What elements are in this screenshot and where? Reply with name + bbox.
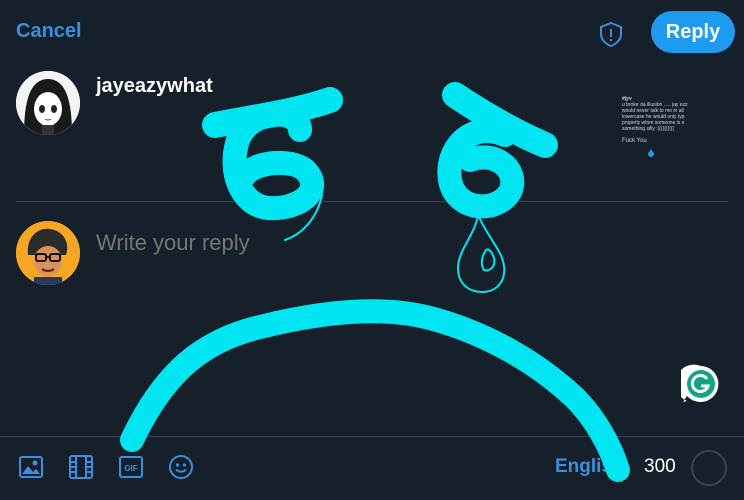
svg-text:GIF: GIF xyxy=(124,464,137,473)
language-selector[interactable]: English xyxy=(555,456,624,478)
thumb-line: Fuck You xyxy=(622,138,647,144)
divider xyxy=(16,201,728,202)
reply-input[interactable] xyxy=(96,230,596,256)
cancel-button[interactable]: Cancel xyxy=(16,20,82,43)
reply-button[interactable]: Reply xyxy=(651,11,735,53)
teardrop-icon xyxy=(648,148,654,157)
film-icon[interactable] xyxy=(68,454,94,480)
character-progress-ring xyxy=(691,450,727,486)
cartoon-avatar-image xyxy=(16,221,80,285)
original-poster-avatar[interactable] xyxy=(16,71,80,135)
right-eyebrow-stroke xyxy=(442,82,558,158)
left-eye-stroke xyxy=(222,102,324,221)
image-icon[interactable] xyxy=(18,454,44,480)
emoji-icon[interactable] xyxy=(168,454,194,480)
divider xyxy=(0,436,744,437)
shield-icon[interactable] xyxy=(597,20,625,48)
frown-stroke xyxy=(120,299,630,482)
anime-avatar-image xyxy=(16,71,80,135)
left-eyebrow-stroke xyxy=(202,87,343,138)
gif-icon[interactable]: GIF xyxy=(118,454,144,480)
grammarly-icon[interactable] xyxy=(681,364,721,404)
right-eye-stroke xyxy=(437,119,525,219)
original-poster-username[interactable]: jayeazywhat xyxy=(96,75,213,98)
post-image-thumbnail[interactable]: #jyv u broke da illusion ..... jay ezz w… xyxy=(622,96,692,181)
character-count: 300 xyxy=(644,456,676,477)
user-avatar[interactable] xyxy=(16,221,80,285)
